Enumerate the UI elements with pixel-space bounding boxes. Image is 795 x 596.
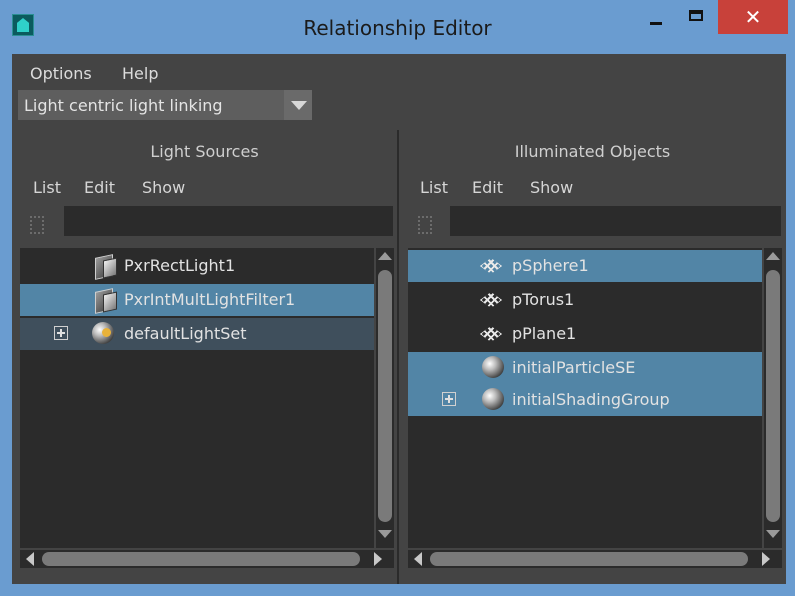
left-menu-list[interactable]: List <box>33 178 61 197</box>
list-item-initialparticlese[interactable]: initialParticleSE <box>408 352 762 384</box>
list-item-label: defaultLightSet <box>124 324 247 343</box>
list-item-defaultlightset[interactable]: defaultLightSet <box>20 318 374 350</box>
left-vertical-scrollbar[interactable] <box>376 248 394 548</box>
left-menu-edit[interactable]: Edit <box>84 178 115 197</box>
list-item-label: pTorus1 <box>512 290 575 309</box>
menu-options[interactable]: Options <box>30 64 92 83</box>
scroll-left-arrow-icon[interactable] <box>410 550 428 568</box>
left-horizontal-scrollbar[interactable] <box>20 550 394 568</box>
linking-mode-dropdown[interactable]: Light centric light linking <box>18 90 312 120</box>
panel-divider[interactable] <box>397 130 399 584</box>
list-item-psphere1[interactable]: pSphere1 <box>408 250 762 282</box>
light-icon <box>94 287 118 313</box>
list-item-initialshadinggroup[interactable]: initialShadingGroup <box>408 384 762 416</box>
right-vertical-scrollbar[interactable] <box>764 248 782 548</box>
mesh-icon <box>476 292 506 308</box>
list-item-pxrintmultlightfilter1[interactable]: PxrIntMultLightFilter1 <box>20 284 374 316</box>
window-title: Relationship Editor <box>303 16 492 40</box>
linking-mode-value: Light centric light linking <box>24 96 223 115</box>
left-vertical-scroll-thumb[interactable] <box>378 270 392 522</box>
dropdown-arrow-icon[interactable] <box>284 90 312 120</box>
scroll-up-arrow-icon[interactable] <box>376 248 394 266</box>
list-item-pxrrectlight1[interactable]: PxrRectLight1 <box>20 250 374 282</box>
right-vertical-scroll-thumb[interactable] <box>766 270 780 522</box>
mesh-icon <box>476 258 506 274</box>
illuminated-objects-list: pSphere1 pTorus1 pPlane1 initialParticle… <box>408 248 762 548</box>
light-sources-title: Light Sources <box>150 142 259 161</box>
scroll-down-arrow-icon[interactable] <box>376 526 394 544</box>
scroll-left-arrow-icon[interactable] <box>22 550 40 568</box>
close-button[interactable]: ✕ <box>718 0 788 34</box>
right-horizontal-scroll-thumb[interactable] <box>430 552 748 566</box>
list-item-label: initialShadingGroup <box>512 390 670 409</box>
scroll-right-arrow-icon[interactable] <box>370 550 388 568</box>
list-item-label: pSphere1 <box>512 256 589 275</box>
left-search-input[interactable] <box>64 206 393 236</box>
list-item-ptorus1[interactable]: pTorus1 <box>408 284 762 316</box>
right-menu-list[interactable]: List <box>420 178 448 197</box>
title-bar[interactable]: Relationship Editor ✕ <box>0 0 795 54</box>
left-horizontal-scroll-thumb[interactable] <box>42 552 360 566</box>
shading-group-icon <box>482 388 504 410</box>
right-filter-icon[interactable] <box>416 214 436 238</box>
illuminated-objects-title: Illuminated Objects <box>514 142 671 161</box>
expand-icon[interactable] <box>442 392 456 406</box>
editor-client-area: Options Help Light centric light linking… <box>12 54 786 584</box>
menu-bar: Options Help <box>12 56 786 88</box>
light-icon <box>94 253 118 279</box>
minimize-button[interactable] <box>642 0 670 36</box>
right-horizontal-scrollbar[interactable] <box>408 550 782 568</box>
list-item-label: pPlane1 <box>512 324 577 343</box>
relationship-editor-window: Relationship Editor ✕ Options Help Light… <box>0 0 795 596</box>
scroll-up-arrow-icon[interactable] <box>764 248 782 266</box>
scroll-down-arrow-icon[interactable] <box>764 526 782 544</box>
left-filter-icon[interactable] <box>28 214 48 238</box>
right-menu-edit[interactable]: Edit <box>472 178 503 197</box>
right-menu-show[interactable]: Show <box>530 178 573 197</box>
scroll-right-arrow-icon[interactable] <box>758 550 776 568</box>
maximize-button[interactable] <box>682 0 712 36</box>
left-menu-show[interactable]: Show <box>142 178 185 197</box>
menu-help[interactable]: Help <box>122 64 158 83</box>
expand-icon[interactable] <box>54 326 68 340</box>
light-sources-list: PxrRectLight1 PxrIntMultLightFilter1 def… <box>20 248 374 548</box>
mesh-icon <box>476 326 506 342</box>
list-item-pplane1[interactable]: pPlane1 <box>408 318 762 350</box>
list-item-label: initialParticleSE <box>512 358 636 377</box>
lightset-icon <box>92 322 114 344</box>
right-search-input[interactable] <box>450 206 781 236</box>
shading-group-icon <box>482 356 504 378</box>
list-item-label: PxrIntMultLightFilter1 <box>124 290 296 309</box>
list-item-label: PxrRectLight1 <box>124 256 236 275</box>
